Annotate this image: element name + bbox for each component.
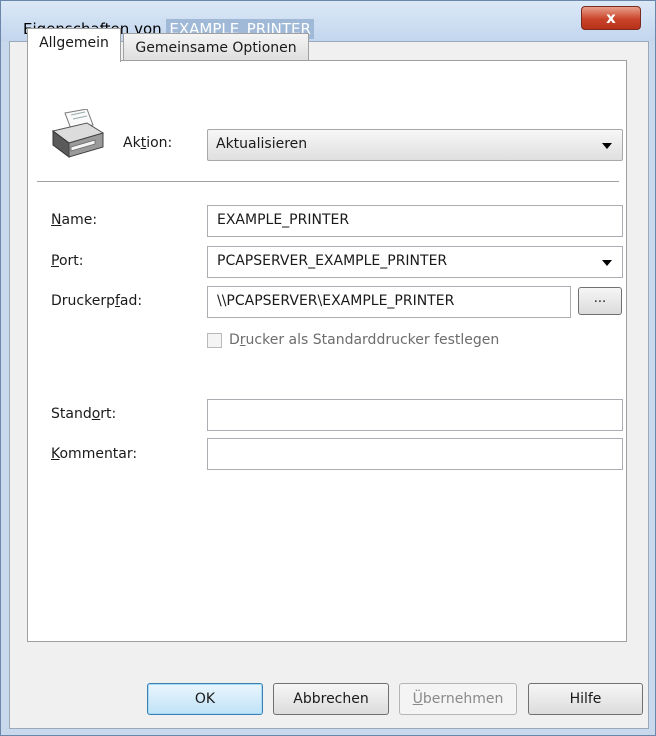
port-dropdown[interactable]: PCAPSERVER_EXAMPLE_PRINTER [207, 246, 623, 278]
name-field[interactable]: EXAMPLE_PRINTER [207, 205, 623, 237]
printer-path-field[interactable]: \\PCAPSERVER\EXAMPLE_PRINTER [207, 286, 571, 318]
port-label: Port: [51, 253, 84, 269]
name-label: Name: [51, 212, 98, 228]
cancel-button[interactable]: Abbrechen [273, 683, 389, 715]
location-label: Standort: [51, 406, 117, 422]
port-dropdown-value: PCAPSERVER_EXAMPLE_PRINTER [217, 253, 448, 269]
apply-button-accel: Ü [412, 691, 423, 707]
chevron-down-icon [602, 143, 612, 149]
tab-allgemein[interactable]: Allgemein [27, 28, 121, 62]
ok-button[interactable]: OK [147, 683, 263, 715]
tab-allgemein-label: Allgemein [39, 35, 109, 51]
ok-button-label: OK [194, 691, 216, 707]
browse-button-label: ... [593, 291, 607, 306]
browse-button[interactable]: ... [578, 287, 622, 315]
name-field-value: EXAMPLE_PRINTER [217, 212, 350, 228]
tab-gemeinsame-optionen[interactable]: Gemeinsame Optionen [123, 33, 309, 63]
help-button[interactable]: Hilfe [528, 683, 643, 715]
comment-label: Kommentar: [51, 446, 138, 462]
action-label: Aktion: [123, 135, 173, 151]
apply-button[interactable]: Übernehmen [399, 683, 517, 715]
action-dropdown[interactable]: Aktualisieren [207, 129, 623, 161]
help-button-label: Hilfe [569, 691, 602, 707]
close-button[interactable]: x [581, 6, 641, 30]
printer-icon [51, 109, 105, 158]
printer-path-value: \\PCAPSERVER\EXAMPLE_PRINTER [217, 293, 455, 309]
apply-button-label: bernehmen [422, 691, 504, 707]
chevron-down-icon [602, 260, 612, 266]
close-icon: x [606, 9, 616, 27]
properties-dialog: Eigenschaften von EXAMPLE_PRINTER x Allg… [0, 0, 656, 736]
default-printer-label: Drucker als Standarddrucker festlegen [229, 332, 500, 348]
comment-field[interactable] [207, 438, 623, 470]
cancel-button-label: Abbrechen [293, 691, 369, 707]
default-printer-checkbox[interactable] [207, 333, 222, 348]
tab-gemeinsame-optionen-label: Gemeinsame Optionen [135, 40, 297, 56]
location-field[interactable] [207, 399, 623, 431]
printer-path-label: Druckerpfad: [51, 293, 143, 309]
action-dropdown-value: Aktualisieren [216, 136, 308, 152]
separator [37, 181, 619, 182]
